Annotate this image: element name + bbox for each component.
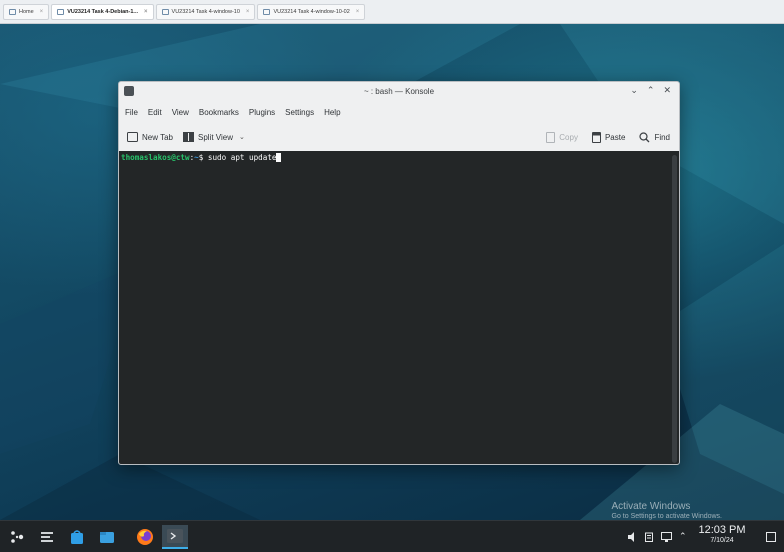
watermark-title: Activate Windows: [611, 501, 691, 512]
konsole-app-icon[interactable]: [124, 86, 134, 96]
toolbar: New Tab Split View ⌄ Copy Paste Find: [119, 126, 679, 148]
copy-icon: [546, 131, 556, 143]
chevron-down-icon: ⌄: [238, 134, 245, 141]
task-manager-icon[interactable]: [36, 527, 58, 547]
close-icon[interactable]: ×: [40, 9, 44, 15]
close-icon[interactable]: ×: [144, 9, 148, 15]
minimize-icon[interactable]: ⌄: [630, 85, 638, 96]
konsole-icon: [167, 529, 183, 543]
menu-file[interactable]: File: [125, 108, 138, 117]
copy-button[interactable]: Copy: [546, 131, 578, 143]
clock-date: 7/10/24: [710, 537, 734, 544]
vm-tab-label: Home: [19, 9, 34, 15]
vm-icon: [161, 9, 169, 15]
system-tray: ⌃: [627, 521, 687, 552]
prompt-user-host: thomaslakos@ctw: [121, 153, 190, 162]
window-controls: ⌄ ⌃ ✕: [630, 85, 671, 96]
title-bar[interactable]: ~ : bash — Konsole ⌄ ⌃ ✕: [119, 82, 679, 101]
vm-tab-label: VU23214 Task 4-window-10: [171, 9, 240, 15]
menu-plugins[interactable]: Plugins: [249, 108, 275, 117]
find-label: Find: [654, 132, 670, 142]
split-view-button[interactable]: Split View ⌄: [182, 132, 245, 142]
discover-icon[interactable]: [66, 527, 88, 547]
maximize-icon[interactable]: ⌃: [647, 85, 655, 96]
close-icon[interactable]: ×: [356, 9, 360, 15]
menu-help[interactable]: Help: [324, 108, 340, 117]
activate-windows-watermark: Activate Windows Go to Settings to activ…: [612, 501, 723, 520]
vm-tab-label: VU23214 Task 4-window-10-02: [273, 9, 350, 15]
menu-bar: File Edit View Bookmarks Plugins Setting…: [119, 103, 679, 121]
paste-icon: [591, 131, 601, 143]
vm-icon: [57, 9, 65, 15]
terminal-command-line: thomaslakos@ctw: ~ $ sudo apt update: [121, 153, 282, 162]
menu-settings[interactable]: Settings: [285, 108, 314, 117]
text-cursor: [276, 153, 282, 162]
menu-edit[interactable]: Edit: [148, 108, 162, 117]
vm-tab-windows10-02[interactable]: VU23214 Task 4-window-10-02 ×: [257, 4, 366, 20]
copy-label: Copy: [559, 132, 578, 142]
clock-time: 12:03 PM: [698, 524, 746, 536]
show-desktop-icon: [766, 532, 776, 542]
clipboard-icon[interactable]: [645, 532, 653, 542]
firefox-icon[interactable]: [134, 527, 156, 547]
dolphin-file-manager-icon[interactable]: [96, 527, 118, 547]
clock[interactable]: 12:03 PM 7/10/24: [686, 524, 758, 545]
split-view-label: Split View: [197, 132, 233, 142]
konsole-window[interactable]: ~ : bash — Konsole ⌄ ⌃ ✕ File Edit View …: [118, 81, 680, 465]
find-button[interactable]: Find: [639, 131, 670, 143]
new-tab-button[interactable]: New Tab: [127, 132, 173, 142]
new-tab-label: New Tab: [142, 132, 173, 142]
show-desktop-button[interactable]: [762, 527, 780, 547]
typed-command: sudo apt update: [203, 153, 277, 162]
window-title: ~ : bash — Konsole: [363, 87, 435, 96]
search-icon: [639, 131, 650, 142]
volume-icon[interactable]: [627, 532, 637, 542]
konsole-taskbar-button[interactable]: [162, 525, 188, 549]
home-icon: [9, 9, 16, 15]
network-icon[interactable]: [661, 532, 672, 542]
vm-tab-windows10[interactable]: VU23214 Task 4-window-10 ×: [155, 4, 256, 20]
new-tab-icon: [127, 132, 138, 142]
vm-icon: [263, 9, 271, 15]
paste-button[interactable]: Paste: [591, 131, 626, 143]
app-launcher-icon[interactable]: [6, 527, 28, 547]
split-view-icon: [182, 132, 194, 142]
close-icon[interactable]: ×: [246, 9, 250, 15]
vm-tab-label: VU23214 Task 4-Debian-1...: [67, 9, 139, 15]
watermark-subtitle: Go to Settings to activate Windows.: [611, 513, 723, 520]
menu-view[interactable]: View: [172, 108, 189, 117]
vm-tab-bar: Home × VU23214 Task 4-Debian-1... × VU23…: [0, 0, 784, 24]
close-icon[interactable]: ✕: [663, 85, 671, 96]
menu-bookmarks[interactable]: Bookmarks: [199, 108, 239, 117]
taskbar: ⌃ 12:03 PM 7/10/24: [0, 520, 784, 552]
vm-tab-home[interactable]: Home ×: [3, 4, 50, 20]
toolbar-right-group: Copy Paste Find: [532, 126, 670, 148]
terminal-scrollbar[interactable]: [672, 155, 677, 463]
vm-tab-debian[interactable]: VU23214 Task 4-Debian-1... ×: [51, 4, 154, 20]
paste-label: Paste: [604, 132, 626, 142]
terminal-area[interactable]: thomaslakos@ctw: ~ $ sudo apt update: [119, 151, 679, 464]
